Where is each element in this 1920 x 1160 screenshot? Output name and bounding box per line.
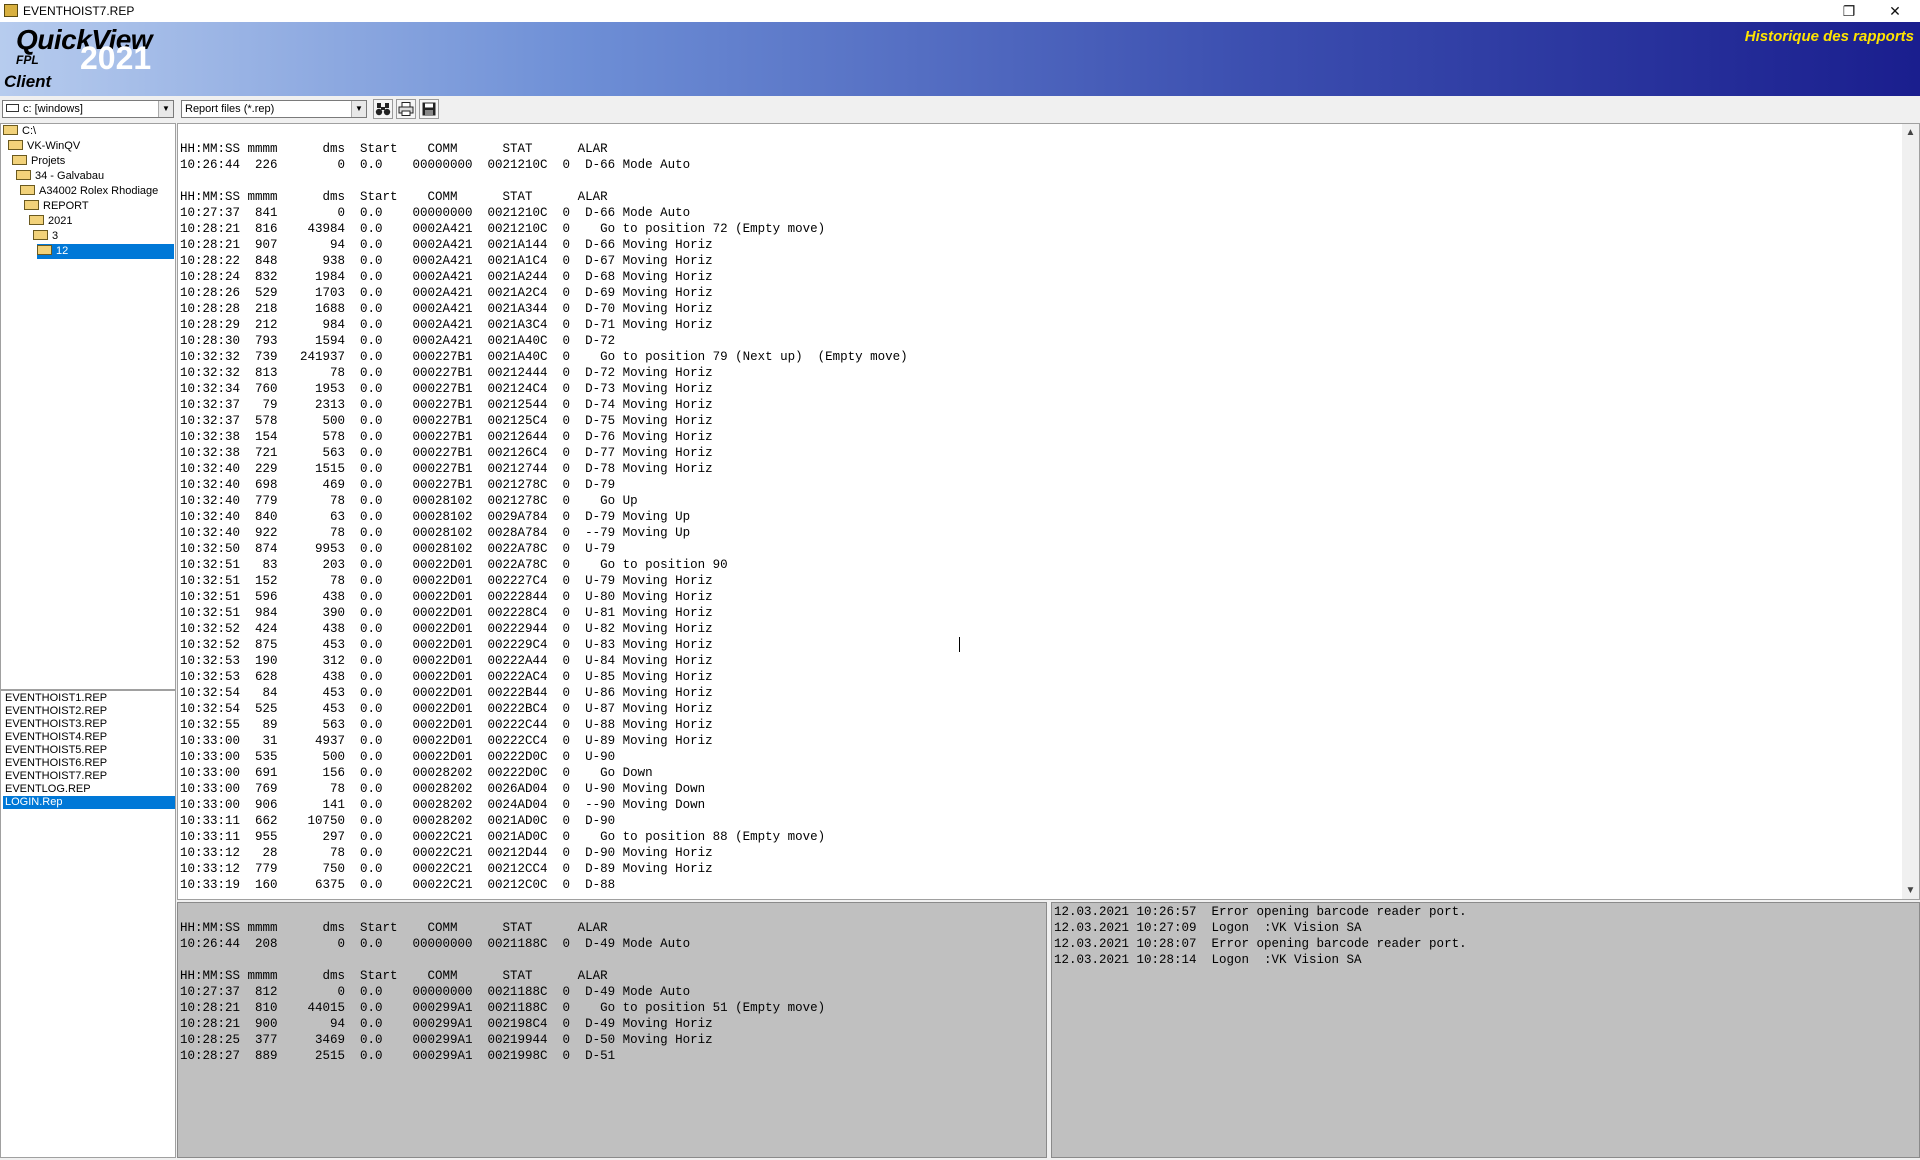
report-text: HH:MM:SS mmmm dms Start COMM STAT ALAR 1… xyxy=(180,142,908,892)
banner-title: Historique des rapports xyxy=(1744,28,1914,45)
quickview-logo: QuickView FPL 2021 Client xyxy=(0,22,170,96)
tree-item-root[interactable]: C:\ xyxy=(3,124,39,139)
save-icon xyxy=(422,102,436,116)
file-filter-value: Report files (*.rep) xyxy=(185,103,275,115)
tree-item-label: 34 - Galvabau xyxy=(35,170,105,182)
folder-open-icon xyxy=(33,230,48,241)
list-item[interactable]: EVENTHOIST2.REP xyxy=(3,705,175,718)
scroll-down-icon[interactable]: ▼ xyxy=(1902,882,1919,899)
tree-item-label: A34002 Rolex Rhodiage xyxy=(39,185,159,197)
app-icon xyxy=(4,4,18,17)
close-icon[interactable]: ✕ xyxy=(1872,0,1918,22)
list-item[interactable]: EVENTHOIST6.REP xyxy=(3,757,175,770)
tree-item-label: VK-WinQV xyxy=(27,140,81,152)
list-item[interactable]: EVENTHOIST7.REP xyxy=(3,770,175,783)
event-log-panel[interactable]: 12.03.2021 10:26:57 Error opening barcod… xyxy=(1051,902,1920,1158)
report-view[interactable]: HH:MM:SS mmmm dms Start COMM STAT ALAR 1… xyxy=(177,123,1920,900)
folder-open-icon xyxy=(12,155,27,166)
save-button[interactable] xyxy=(419,99,439,119)
tree-item-2021[interactable]: 2021 xyxy=(29,214,75,229)
list-item[interactable]: EVENTHOIST5.REP xyxy=(3,744,175,757)
folder-open-icon xyxy=(20,185,35,196)
logo-year: 2021 xyxy=(80,40,152,76)
drive-icon xyxy=(6,104,19,113)
tree-item-label: Projets xyxy=(31,155,66,167)
folder-open-icon xyxy=(16,170,31,181)
scroll-up-icon[interactable]: ▲ xyxy=(1902,124,1919,141)
tree-item-label: 12 xyxy=(56,245,69,257)
drive-select[interactable]: c: [windows] ▼ xyxy=(2,100,174,118)
find-button[interactable] xyxy=(373,99,393,119)
folder-open-icon xyxy=(8,140,23,151)
list-item[interactable]: EVENTHOIST1.REP xyxy=(3,692,175,705)
event-log-text: 12.03.2021 10:26:57 Error opening barcod… xyxy=(1054,905,1467,967)
tree-item-report[interactable]: REPORT xyxy=(24,199,92,214)
tree-item-projets[interactable]: Projets xyxy=(12,154,68,169)
list-item[interactable]: EVENTHOIST3.REP xyxy=(3,718,175,731)
logo-edition: Client xyxy=(4,72,52,91)
text-caret xyxy=(959,637,960,652)
tree-item-label: 3 xyxy=(52,230,59,242)
window-title: EVENTHOIST7.REP xyxy=(23,4,135,18)
tree-item-label: REPORT xyxy=(43,200,89,212)
tree-item-galvabau[interactable]: 34 - Galvabau xyxy=(16,169,107,184)
toolbar: c: [windows] ▼ Report files (*.rep) ▼ xyxy=(0,96,1920,122)
list-item[interactable]: LOGIN.Rep xyxy=(3,796,175,809)
tree-item-label: 2021 xyxy=(48,215,73,227)
tree-item-12[interactable]: 12 xyxy=(37,244,174,259)
file-filter-select[interactable]: Report files (*.rep) ▼ xyxy=(181,100,367,118)
tree-item-label: C:\ xyxy=(22,125,37,137)
tree-item-3[interactable]: 3 xyxy=(33,229,61,244)
app-banner: QuickView FPL 2021 Client Historique des… xyxy=(0,22,1920,96)
vertical-scrollbar[interactable]: ▲ ▼ xyxy=(1902,124,1919,899)
binoculars-icon xyxy=(375,103,391,116)
tree-item-vk-winqv[interactable]: VK-WinQV xyxy=(8,139,83,154)
file-list: EVENTHOIST1.REP EVENTHOIST2.REP EVENTHOI… xyxy=(0,690,176,1158)
print-icon xyxy=(398,102,414,116)
list-item[interactable]: EVENTLOG.REP xyxy=(3,783,175,796)
folder-open-icon xyxy=(24,200,39,211)
history-panel[interactable]: HH:MM:SS mmmm dms Start COMM STAT ALAR 1… xyxy=(177,902,1047,1158)
restore-icon[interactable]: ❐ xyxy=(1826,0,1872,22)
logo-sub: FPL xyxy=(16,53,39,67)
list-item[interactable]: EVENTHOIST4.REP xyxy=(3,731,175,744)
tree-item-rolex-rhodiage[interactable]: A34002 Rolex Rhodiage xyxy=(20,184,161,199)
folder-open-icon xyxy=(37,245,52,256)
folder-tree: C:\ VK-WinQV Projets 34 - Galvabau A3400… xyxy=(0,123,176,690)
window-titlebar: EVENTHOIST7.REP ❐ ✕ xyxy=(0,0,1920,22)
history-text: HH:MM:SS mmmm dms Start COMM STAT ALAR 1… xyxy=(180,921,826,1063)
print-button[interactable] xyxy=(396,99,416,119)
drive-select-value: c: [windows] xyxy=(23,103,83,115)
folder-open-icon xyxy=(29,215,44,226)
chevron-down-icon[interactable]: ▼ xyxy=(158,101,173,117)
chevron-down-icon[interactable]: ▼ xyxy=(351,101,366,117)
folder-open-icon xyxy=(3,125,18,136)
